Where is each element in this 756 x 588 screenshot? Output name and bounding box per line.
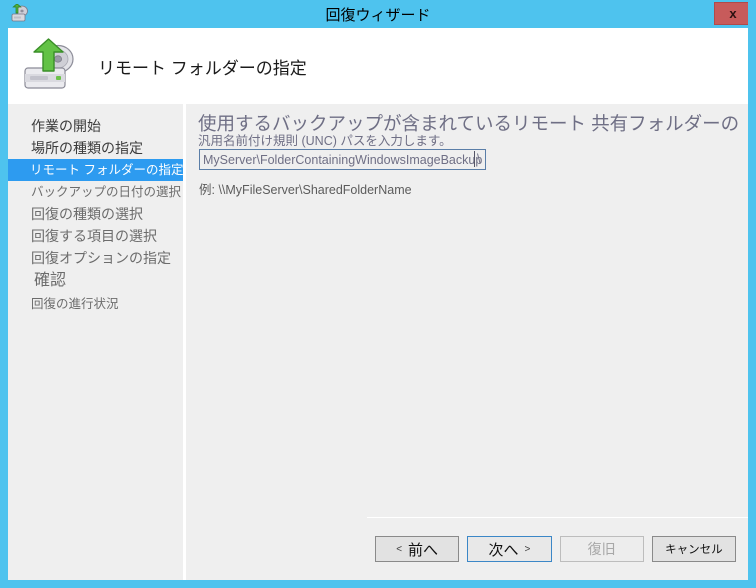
restore-disk-icon — [20, 38, 80, 94]
next-button-label: 次へ — [488, 541, 519, 559]
wizard-steps-sidebar: 作業の開始 場所の種類の指定 リモート フォルダーの指定 バックアップの日付の選… — [8, 104, 186, 580]
restore-disk-icon — [10, 3, 30, 24]
sidebar-item-recovery-options[interactable]: 回復オプションの指定 — [8, 247, 183, 269]
sidebar-item-select-items[interactable]: 回復する項目の選択 — [8, 225, 183, 247]
recover-button-label: 復旧 — [587, 541, 616, 557]
window-title: 回復ウィザード — [325, 6, 431, 24]
sidebar-item-location-type[interactable]: 場所の種類の指定 — [8, 137, 183, 159]
prompt-text-secondary: 汎用名前付け規則 (UNC) パスを入力します。 — [198, 134, 452, 148]
sidebar-item-backup-date[interactable]: バックアップの日付の選択 — [8, 181, 183, 203]
sidebar-item-recovery-progress[interactable]: 回復の進行状況 — [8, 293, 183, 315]
sidebar-item-remote-folder[interactable]: リモート フォルダーの指定 — [8, 159, 183, 181]
example-path-hint: 例: \\MyFileServer\SharedFolderName — [199, 183, 412, 197]
chevron-left-icon: < — [396, 543, 403, 555]
remote-folder-path-input[interactable] — [199, 149, 486, 170]
close-icon[interactable]: x — [714, 2, 748, 25]
back-button[interactable]: < 前へ — [375, 536, 460, 562]
sidebar-item-getting-started[interactable]: 作業の開始 — [8, 115, 183, 137]
title-bar: 回復ウィザード x — [8, 0, 748, 28]
chevron-right-icon: > — [524, 543, 531, 555]
wizard-body: 作業の開始 場所の種類の指定 リモート フォルダーの指定 バックアップの日付の選… — [8, 104, 748, 580]
page-title: リモート フォルダーの指定 — [98, 58, 307, 78]
back-button-label: 前へ — [408, 541, 439, 559]
text-caret — [474, 151, 475, 167]
sidebar-item-confirmation[interactable]: 確認 — [8, 269, 183, 293]
recovery-wizard-window: 回復ウィザード x リモート フォルダーの指定 作業の開始 場所の種類の指定 リ… — [0, 0, 756, 588]
next-button[interactable]: 次へ > — [467, 536, 552, 562]
cancel-button-label: キャンセル — [665, 544, 723, 556]
wizard-content-pane: 使用するバックアップが含まれているリモート 共有フォルダーの 汎用名前付け規則 … — [186, 104, 748, 580]
wizard-banner: リモート フォルダーの指定 — [8, 28, 748, 104]
recover-button: 復旧 — [559, 536, 644, 562]
wizard-footer: < 前へ 次へ > 復旧 キャンセル — [367, 518, 748, 580]
path-overflow-char: \ — [477, 152, 481, 166]
sidebar-item-recovery-type[interactable]: 回復の種類の選択 — [8, 203, 183, 225]
cancel-button[interactable]: キャンセル — [651, 536, 736, 562]
